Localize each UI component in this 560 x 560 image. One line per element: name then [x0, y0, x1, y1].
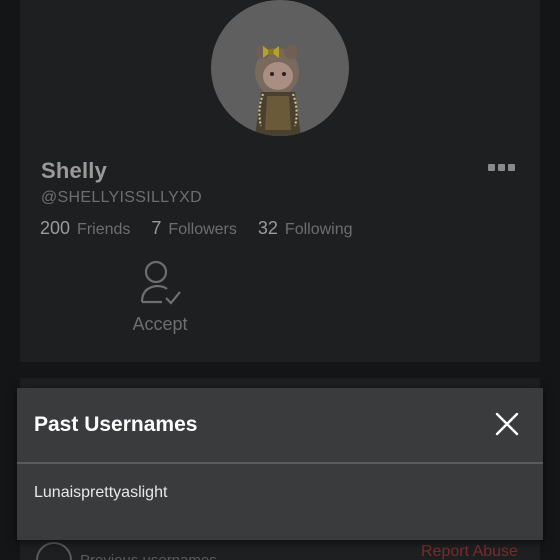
close-icon-glyph: [495, 412, 519, 436]
dot: [488, 163, 495, 171]
modal-header: Past Usernames: [17, 388, 543, 464]
user-check-icon: [140, 260, 181, 305]
modal-title: Past Usernames: [34, 413, 198, 436]
stat-friends[interactable]: 200 Friends: [40, 218, 130, 239]
accept-label: Accept: [132, 314, 188, 334]
stat-followers-count: 7: [151, 218, 162, 238]
stat-followers-label: Followers: [168, 221, 237, 238]
stat-following-count: 32: [257, 218, 278, 238]
past-username-item: Lunaisprettyaslight: [34, 484, 168, 501]
dot: [498, 163, 505, 171]
display-name: Shelly: [41, 158, 108, 183]
stat-followers[interactable]: 7 Followers: [151, 218, 236, 239]
stat-friends-label: Friends: [77, 221, 131, 238]
previous-usernames-button[interactable]: Previous usernames: [36, 542, 217, 560]
profile-page: Shelly @SHELLYISSILLYXD 200 Friends 7 Fo…: [0, 0, 560, 560]
history-icon: [36, 542, 72, 560]
accept-button[interactable]: Accept: [126, 258, 194, 335]
username: @SHELLYISSILLYXD: [41, 189, 202, 206]
close-icon[interactable]: [495, 412, 519, 436]
stat-friends-count: 200: [40, 218, 71, 238]
more-horizontal-icon[interactable]: [488, 160, 518, 174]
profile-stats: 200 Friends 7 Followers 32 Following: [40, 218, 374, 239]
report-abuse-link[interactable]: Report Abuse: [421, 543, 518, 560]
avatar[interactable]: [211, 0, 349, 136]
dot: [508, 163, 515, 171]
avatar-image: [212, 0, 348, 136]
stat-following[interactable]: 32 Following: [258, 218, 353, 239]
stat-following-label: Following: [284, 221, 353, 238]
past-usernames-modal: Past Usernames Lunaisprettyaslight: [17, 388, 543, 540]
previous-usernames-label: Previous usernames: [80, 551, 217, 560]
